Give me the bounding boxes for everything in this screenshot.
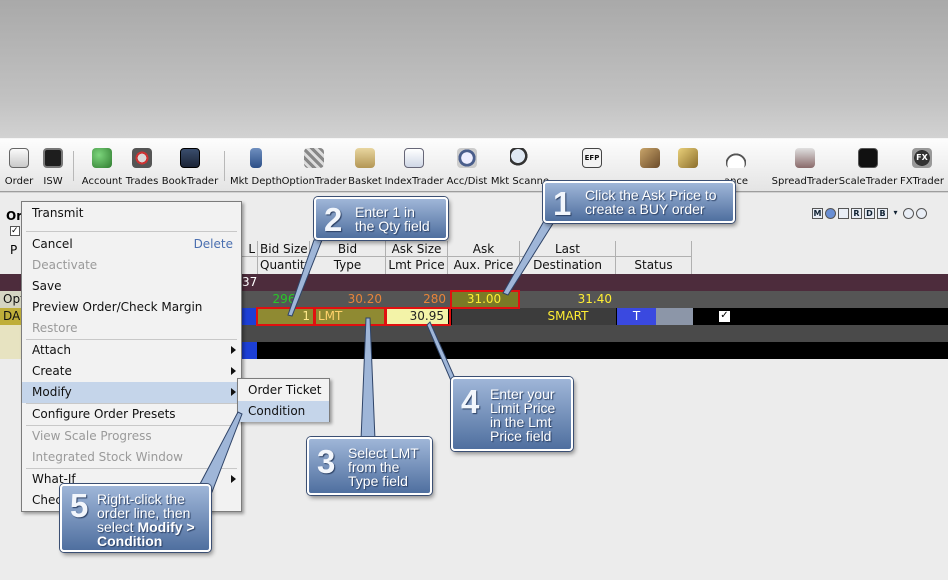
toolbar-separator (73, 151, 74, 181)
menu-separator (26, 231, 237, 232)
lmt-price-highlight (385, 307, 451, 326)
order-checkbox[interactable]: ✓ (719, 311, 730, 322)
panel-checkbox[interactable]: ✓ (10, 226, 20, 236)
market-depth-icon (250, 148, 262, 168)
col-last-destination[interactable]: Last Destination (520, 241, 616, 274)
destination-field[interactable]: SMART (520, 308, 616, 325)
toolbar-spreadtrader-button[interactable]: SpreadTrader (772, 139, 838, 191)
basket-icon (355, 148, 375, 168)
toolbar-accdist-button[interactable]: Acc/Dist (446, 139, 488, 191)
callout-step-5: 5 Right-click the order line, then selec… (60, 484, 211, 552)
clock-icon (457, 148, 477, 168)
toolbar-fxtrader-button[interactable]: FX FXTrader (900, 139, 944, 191)
filter-icon[interactable]: ▾ (890, 208, 901, 219)
bid-size-cell[interactable]: 296 (258, 291, 310, 308)
callout-step-2: 2 Enter 1 in the Qty field (314, 197, 448, 240)
col-ask-aux-price[interactable]: Ask Aux. Price (448, 241, 520, 274)
bid-cell[interactable]: 30.20 (310, 291, 386, 308)
toolbar-order-button[interactable]: Order (4, 139, 34, 191)
menu-item-cancel[interactable]: Cancel Delete (22, 234, 241, 255)
panel-title: Or (6, 209, 23, 223)
menu-item-save[interactable]: Save (22, 276, 241, 297)
toolbar-separator (224, 151, 225, 181)
book-icon (180, 148, 200, 168)
modify-submenu: Order Ticket Condition (237, 378, 330, 422)
account-icon (92, 148, 112, 168)
toolbar-basket-button[interactable]: Basket (347, 139, 383, 191)
m-icon[interactable]: M (812, 208, 823, 219)
fx-icon: FX (912, 148, 932, 168)
main-toolbar: Order ISW Account Trades BookTrader Mkt … (0, 138, 948, 312)
ask-price-highlight (450, 290, 520, 309)
submenu-arrow-icon (231, 367, 236, 375)
callout-step-1: 1 Click the Ask Price to create a BUY or… (543, 181, 735, 223)
type-highlight (314, 307, 386, 326)
menu-item-transmit[interactable]: Transmit (22, 203, 241, 224)
menu-item-view-scale-progress: View Scale Progress (32, 429, 152, 443)
submenu-item-condition[interactable]: Condition (238, 401, 329, 422)
panel-column-letter: P (10, 243, 18, 257)
callout-step-3: 3 Select LMT from the Type field (307, 437, 432, 495)
last-price-cell[interactable]: 31.40 (520, 291, 616, 308)
globe-icon[interactable] (825, 208, 836, 219)
toolbar-mkt-depth-button[interactable]: Mkt Depth (230, 139, 282, 191)
menu-item-preview-order[interactable]: Preview Order/Check Margin (22, 297, 241, 318)
submenu-arrow-icon (231, 388, 236, 396)
toolbar-isw-button[interactable]: ISW (38, 139, 68, 191)
toolbar-account-button[interactable]: Account (82, 139, 122, 191)
toolbar-booktrader-button[interactable]: BookTrader (162, 139, 218, 191)
layout-icon[interactable] (838, 208, 849, 219)
window-tool-icons: M R D B ▾ (812, 208, 927, 220)
menu-item-restore: Restore (32, 321, 78, 335)
spread-trader-icon (795, 148, 815, 168)
toolbar-trades-button[interactable]: Trades (125, 139, 159, 191)
trades-icon (132, 148, 152, 168)
col-status[interactable]: Status (616, 241, 692, 274)
monitor-icon (43, 148, 63, 168)
menu-item-create[interactable]: Create (22, 361, 241, 382)
r-icon[interactable]: R (851, 208, 862, 219)
index-trader-icon (404, 148, 424, 168)
menu-item-attach[interactable]: Attach (22, 340, 241, 361)
cube-icon (640, 148, 660, 168)
order-ticket-icon (9, 148, 29, 168)
col-bid-size-quantity[interactable]: Bid Size Quantity (258, 241, 312, 274)
toolbar-mkt-scanner-button[interactable]: Mkt Scanne (491, 139, 549, 191)
submenu-arrow-icon (231, 475, 236, 483)
toolbar-optiontrader-button[interactable]: OptionTrader (282, 139, 346, 191)
scale-trader-icon (858, 148, 878, 168)
submenu-arrow-icon (231, 346, 236, 354)
ask-size-cell[interactable]: 280 (386, 291, 448, 308)
efp-icon: EFP (582, 148, 602, 168)
context-menu: Transmit Cancel Delete Deactivate Save Pr… (21, 201, 242, 512)
status-cell[interactable]: T (617, 308, 656, 325)
lock-icon[interactable] (916, 208, 927, 219)
callout-step-4: 4 Enter your Limit Price in the Lmt Pric… (451, 377, 573, 451)
option-trader-icon (304, 148, 324, 168)
d-icon[interactable]: D (864, 208, 875, 219)
gauge-icon (726, 148, 746, 168)
toolbar-indextrader-button[interactable]: IndexTrader (384, 139, 444, 191)
settings-icon[interactable] (903, 208, 914, 219)
col-bid-type[interactable]: Bid Type (310, 241, 386, 274)
b-icon[interactable]: B (877, 208, 888, 219)
broom-icon (678, 148, 698, 168)
submenu-item-order-ticket[interactable]: Order Ticket (238, 380, 329, 401)
menu-item-deactivate: Deactivate (32, 258, 98, 272)
quantity-highlight (256, 307, 315, 326)
col-ask-size-lmt-price[interactable]: Ask Size Lmt Price (386, 241, 448, 274)
magnifier-icon (510, 148, 530, 168)
menu-item-modify[interactable]: Modify (22, 382, 241, 403)
menu-item-integrated-stock-window: Integrated Stock Window (32, 450, 183, 464)
menu-item-configure-presets[interactable]: Configure Order Presets (22, 404, 241, 425)
toolbar-scaletrader-button[interactable]: ScaleTrader (839, 139, 897, 191)
